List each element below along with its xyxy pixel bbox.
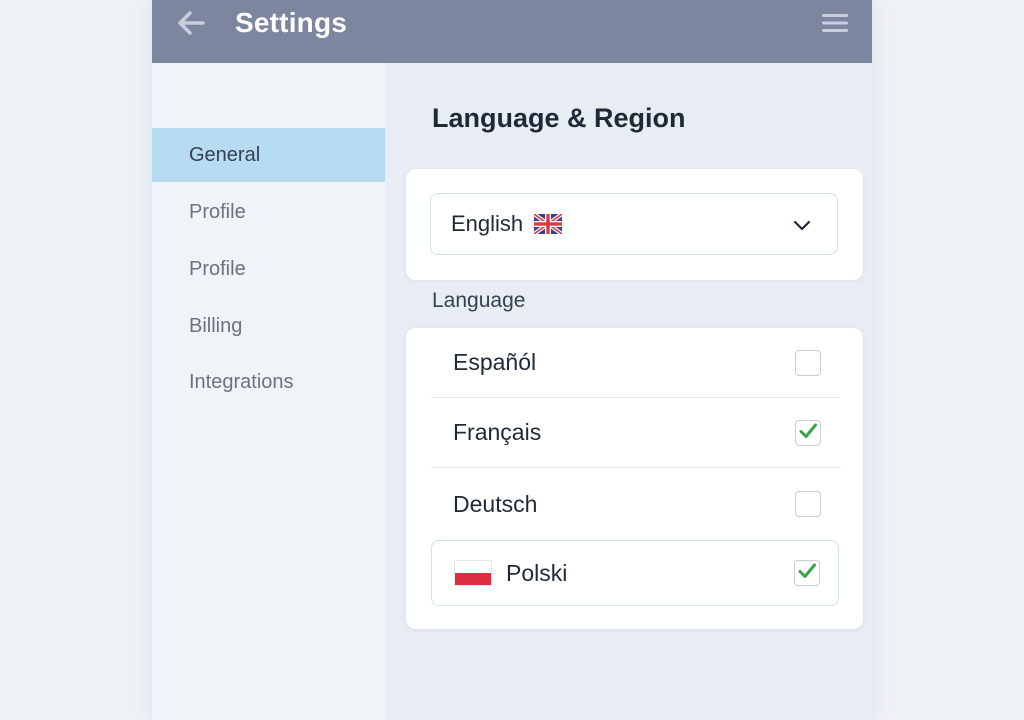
language-option-label: Français bbox=[453, 419, 542, 445]
top-bar: Settings bbox=[152, 0, 872, 63]
sidebar-item-general[interactable]: General bbox=[152, 128, 385, 182]
language-option-label: Polski bbox=[506, 559, 568, 586]
language-option-deutsch[interactable]: Deutsch bbox=[431, 469, 839, 539]
checkbox-deutsch[interactable] bbox=[795, 491, 821, 517]
language-select-value: English bbox=[451, 211, 524, 236]
checkbox-espanol[interactable] bbox=[795, 350, 821, 376]
sidebar-item-profile-2[interactable]: Profile bbox=[152, 242, 385, 296]
sidebar: General Profile Profile Billing Integrat… bbox=[152, 63, 385, 720]
sidebar-item-billing[interactable]: Billing bbox=[152, 299, 385, 353]
hamburger-menu-icon bbox=[821, 11, 849, 40]
back-button[interactable] bbox=[174, 8, 208, 42]
checkbox-polski[interactable] bbox=[794, 560, 820, 586]
language-select[interactable]: English bbox=[430, 193, 838, 255]
sidebar-item-label: Profile bbox=[189, 257, 246, 280]
language-option-label: Españól bbox=[453, 349, 537, 375]
language-option-polski[interactable]: Polski bbox=[431, 540, 839, 606]
language-option-espanol[interactable]: Españól bbox=[431, 328, 839, 398]
checkmark-icon bbox=[798, 421, 818, 446]
chevron-down-icon bbox=[791, 214, 813, 236]
checkmark-icon bbox=[797, 561, 817, 586]
menu-button[interactable] bbox=[820, 10, 850, 40]
sidebar-item-label: Integrations bbox=[189, 370, 294, 393]
checkbox-francais[interactable] bbox=[795, 420, 821, 446]
sidebar-item-label: Billing bbox=[189, 314, 243, 337]
sidebar-item-label: Profile bbox=[189, 200, 246, 223]
language-select-card: English bbox=[406, 169, 863, 280]
language-option-francais[interactable]: Français bbox=[431, 398, 839, 468]
language-list-label: Language bbox=[432, 289, 526, 312]
sidebar-item-integrations[interactable]: Integrations bbox=[152, 355, 385, 409]
sidebar-item-profile[interactable]: Profile bbox=[152, 185, 385, 239]
page-title: Settings bbox=[235, 7, 348, 38]
sidebar-item-label: General bbox=[189, 143, 261, 166]
main-content: Language & Region English Language Españ… bbox=[385, 63, 872, 720]
language-list-card: Españól Français Deutsch Polski bbox=[406, 328, 863, 629]
section-title: Language & Region bbox=[432, 103, 686, 133]
poland-flag-icon bbox=[454, 560, 492, 586]
settings-window: Settings General Profile Profile Billing… bbox=[152, 0, 872, 720]
arrow-left-icon bbox=[176, 8, 206, 43]
uk-flag-icon bbox=[532, 212, 564, 236]
language-option-label: Deutsch bbox=[453, 490, 538, 517]
